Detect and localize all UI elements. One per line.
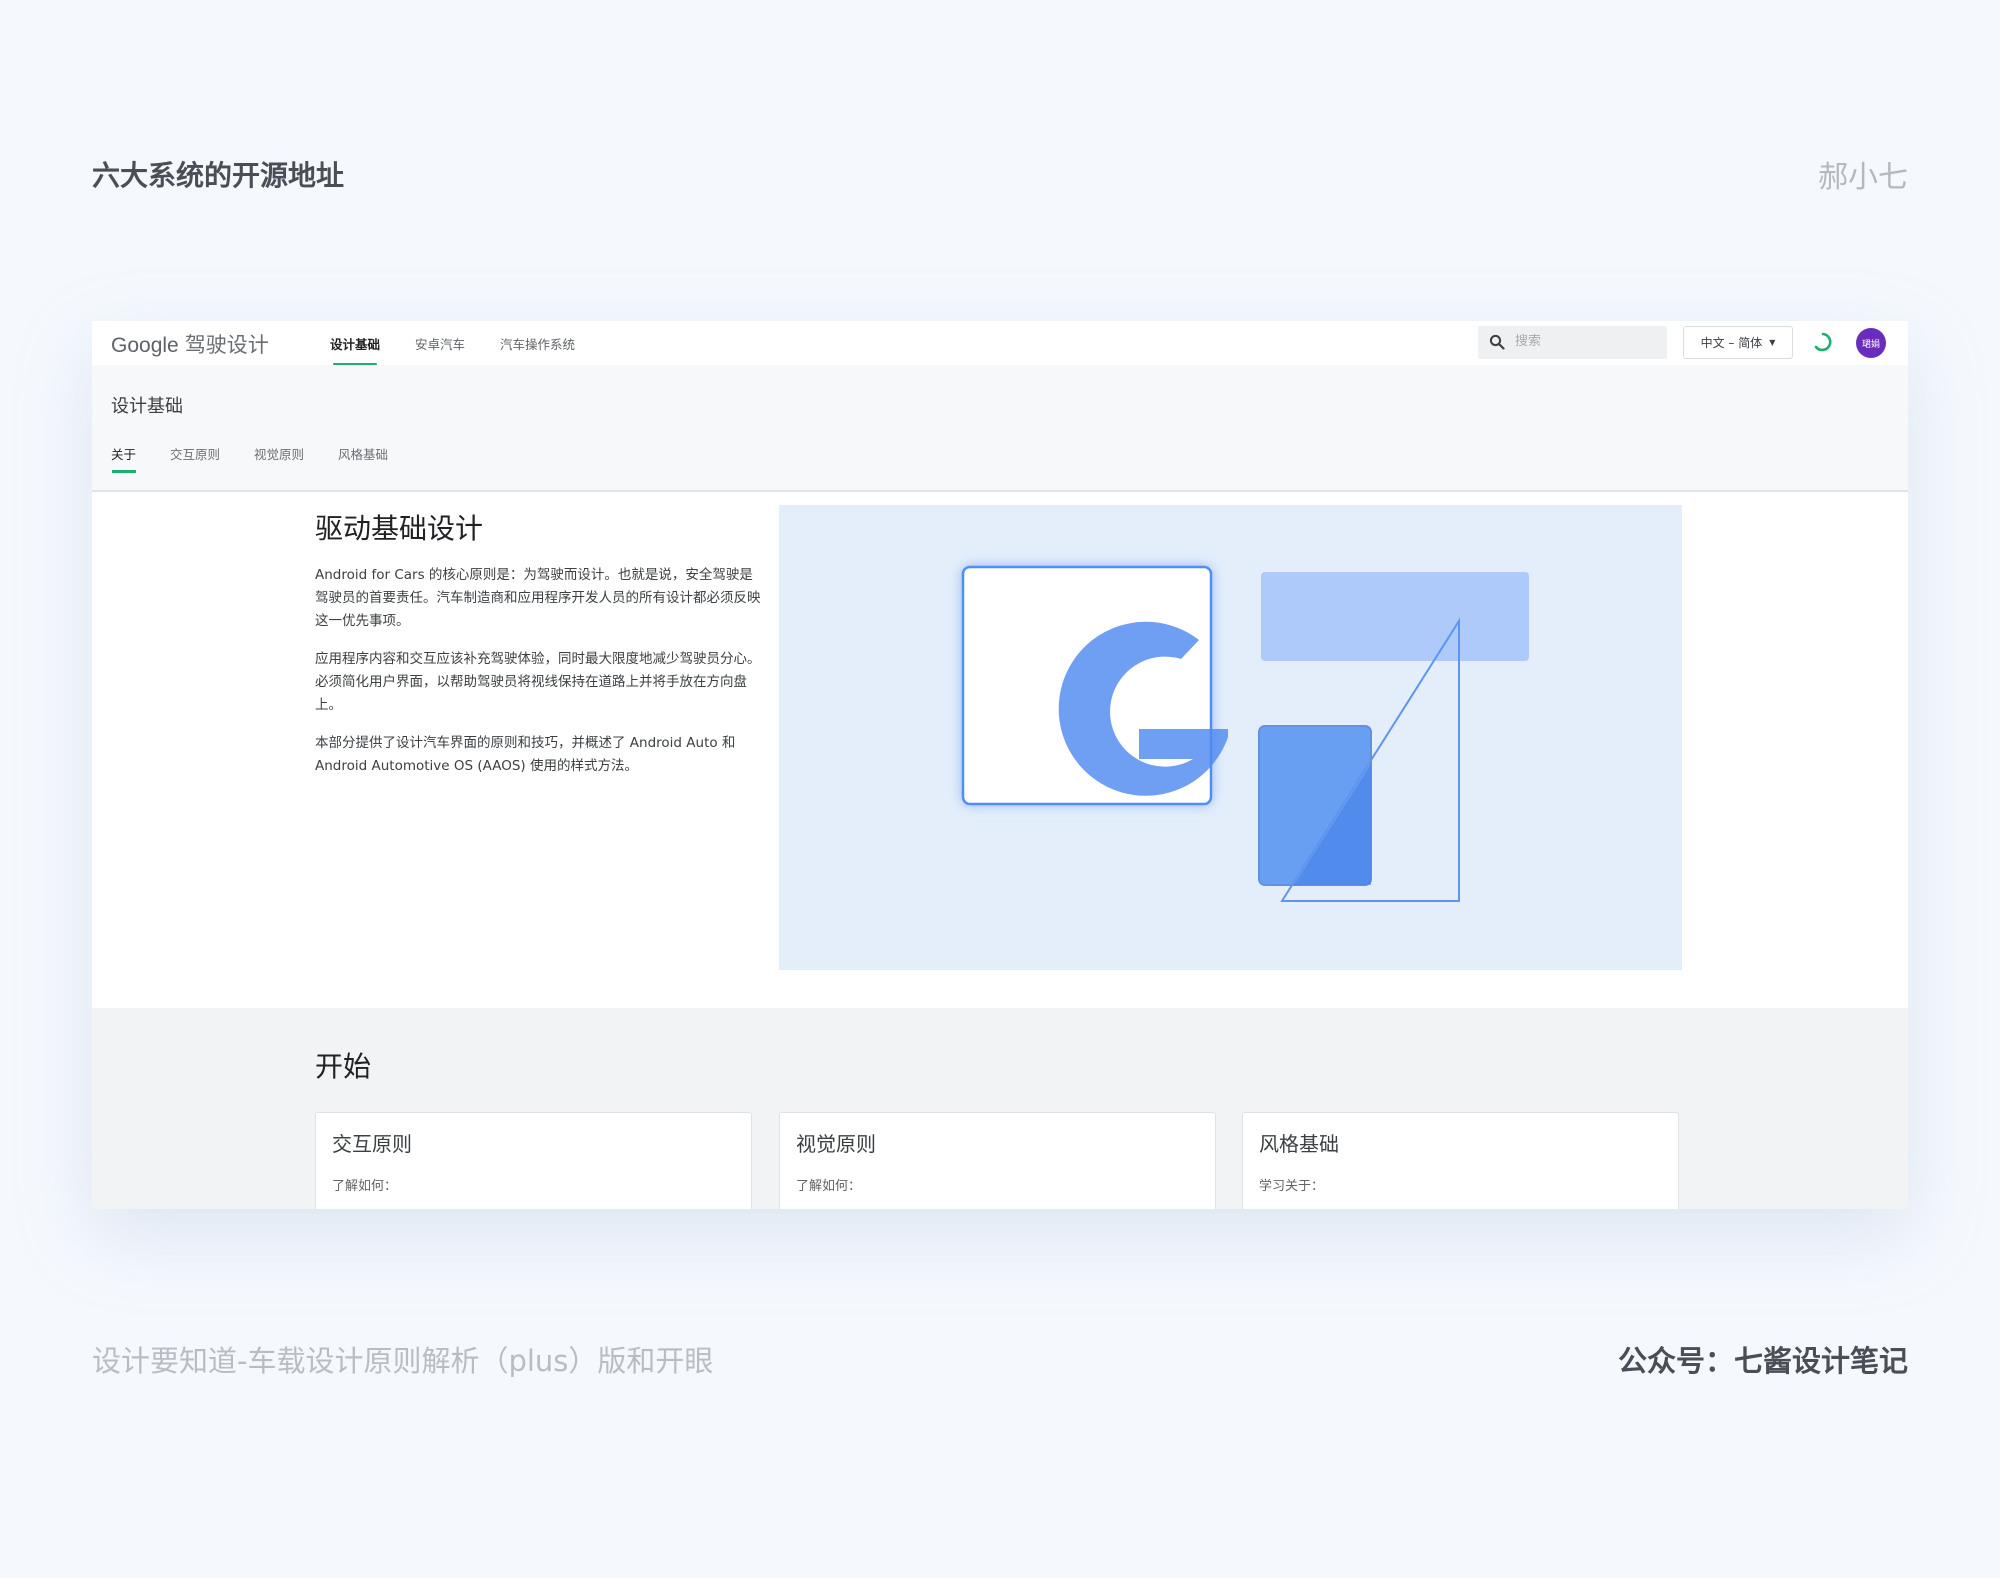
loading-spinner-icon <box>1812 331 1834 353</box>
card-subtitle: 了解如何： <box>332 1179 398 1194</box>
google-shapes-illustration <box>961 565 1529 902</box>
intro-text: Android for Cars 的核心原则是：为驾驶而设计。也就是说，安全驾驶… <box>315 564 763 793</box>
logo-brand: Google <box>111 334 179 357</box>
intro-paragraph: 本部分提供了设计汽车界面的原则和技巧，并概述了 Android Auto 和 A… <box>315 735 736 774</box>
tab-style-foundations[interactable]: 风格基础 <box>338 444 388 463</box>
hero-illustration <box>779 505 1682 970</box>
top-nav: 设计基础 安卓汽车 汽车操作系统 <box>330 334 610 366</box>
language-select[interactable]: 中文 – 简体 ▼ <box>1683 326 1793 359</box>
website-screenshot: Google驾驶设计 设计基础 安卓汽车 汽车操作系统 中文 – 简体▼ 珺娟 … <box>92 321 1908 1209</box>
section-tabs: 关于 交互原则 视觉原则 风格基础 <box>111 444 422 473</box>
light-blue-rectangle <box>1261 572 1529 661</box>
card-visual-principles[interactable]: 视觉原则 了解如何： <box>779 1112 1216 1209</box>
intro-heading: 驱动基础设计 <box>315 512 484 545</box>
chevron-down-icon: ▼ <box>1769 338 1776 347</box>
avatar[interactable]: 珺娟 <box>1856 328 1886 358</box>
page-title: 六大系统的开源地址 <box>92 159 345 192</box>
card-style-foundations[interactable]: 风格基础 学习关于： <box>1242 1112 1679 1209</box>
tab-interaction-principles[interactable]: 交互原则 <box>170 444 220 463</box>
card-subtitle: 学习关于： <box>1259 1179 1325 1194</box>
card-title: 风格基础 <box>1259 1132 1339 1156</box>
footer-account: 公众号：七酱设计笔记 <box>1617 1344 1908 1378</box>
tab-about[interactable]: 关于 <box>111 444 137 473</box>
section-title: 设计基础 <box>111 396 183 417</box>
top-navigation-bar: Google驾驶设计 设计基础 安卓汽车 汽车操作系统 中文 – 简体 ▼ 珺娟 <box>92 321 1908 366</box>
card-title: 交互原则 <box>332 1132 412 1156</box>
search-icon[interactable] <box>1489 334 1505 354</box>
get-started-section: 开始 交互原则 了解如何： 视觉原则 了解如何： 风格基础 学习关于： <box>92 1008 1908 1209</box>
section-header: 设计基础 关于 交互原则 视觉原则 风格基础 <box>92 365 1908 492</box>
intro-paragraph: 应用程序内容和交互应该补充驾驶体验，同时最大限度地减少驾驶员分心。必须简化用户界… <box>315 651 761 713</box>
footer-caption: 设计要知道-车载设计原则解析（plus）版和开眼 <box>92 1344 714 1378</box>
card-interaction-principles[interactable]: 交互原则 了解如何： <box>315 1112 752 1209</box>
search-input[interactable] <box>1515 334 1655 349</box>
card-subtitle: 了解如何： <box>796 1179 862 1194</box>
nav-item-automotive-os[interactable]: 汽车操作系统 <box>500 334 575 353</box>
logo-suffix: 驾驶设计 <box>184 333 269 357</box>
logo[interactable]: Google 驾驶设计 <box>111 329 269 359</box>
get-started-title: 开始 <box>315 1050 372 1083</box>
language-label: 中文 – 简体 <box>1700 336 1763 350</box>
author-name: 郝小七 <box>1818 160 1908 195</box>
nav-item-android-auto[interactable]: 安卓汽车 <box>415 334 465 353</box>
tab-visual-principles[interactable]: 视觉原则 <box>254 444 304 463</box>
nav-item-design-foundations[interactable]: 设计基础 <box>330 334 380 366</box>
card-title: 视觉原则 <box>796 1132 876 1156</box>
intro-paragraph: Android for Cars 的核心原则是：为驾驶而设计。也就是说，安全驾驶… <box>315 567 761 629</box>
search-box[interactable] <box>1478 326 1667 359</box>
